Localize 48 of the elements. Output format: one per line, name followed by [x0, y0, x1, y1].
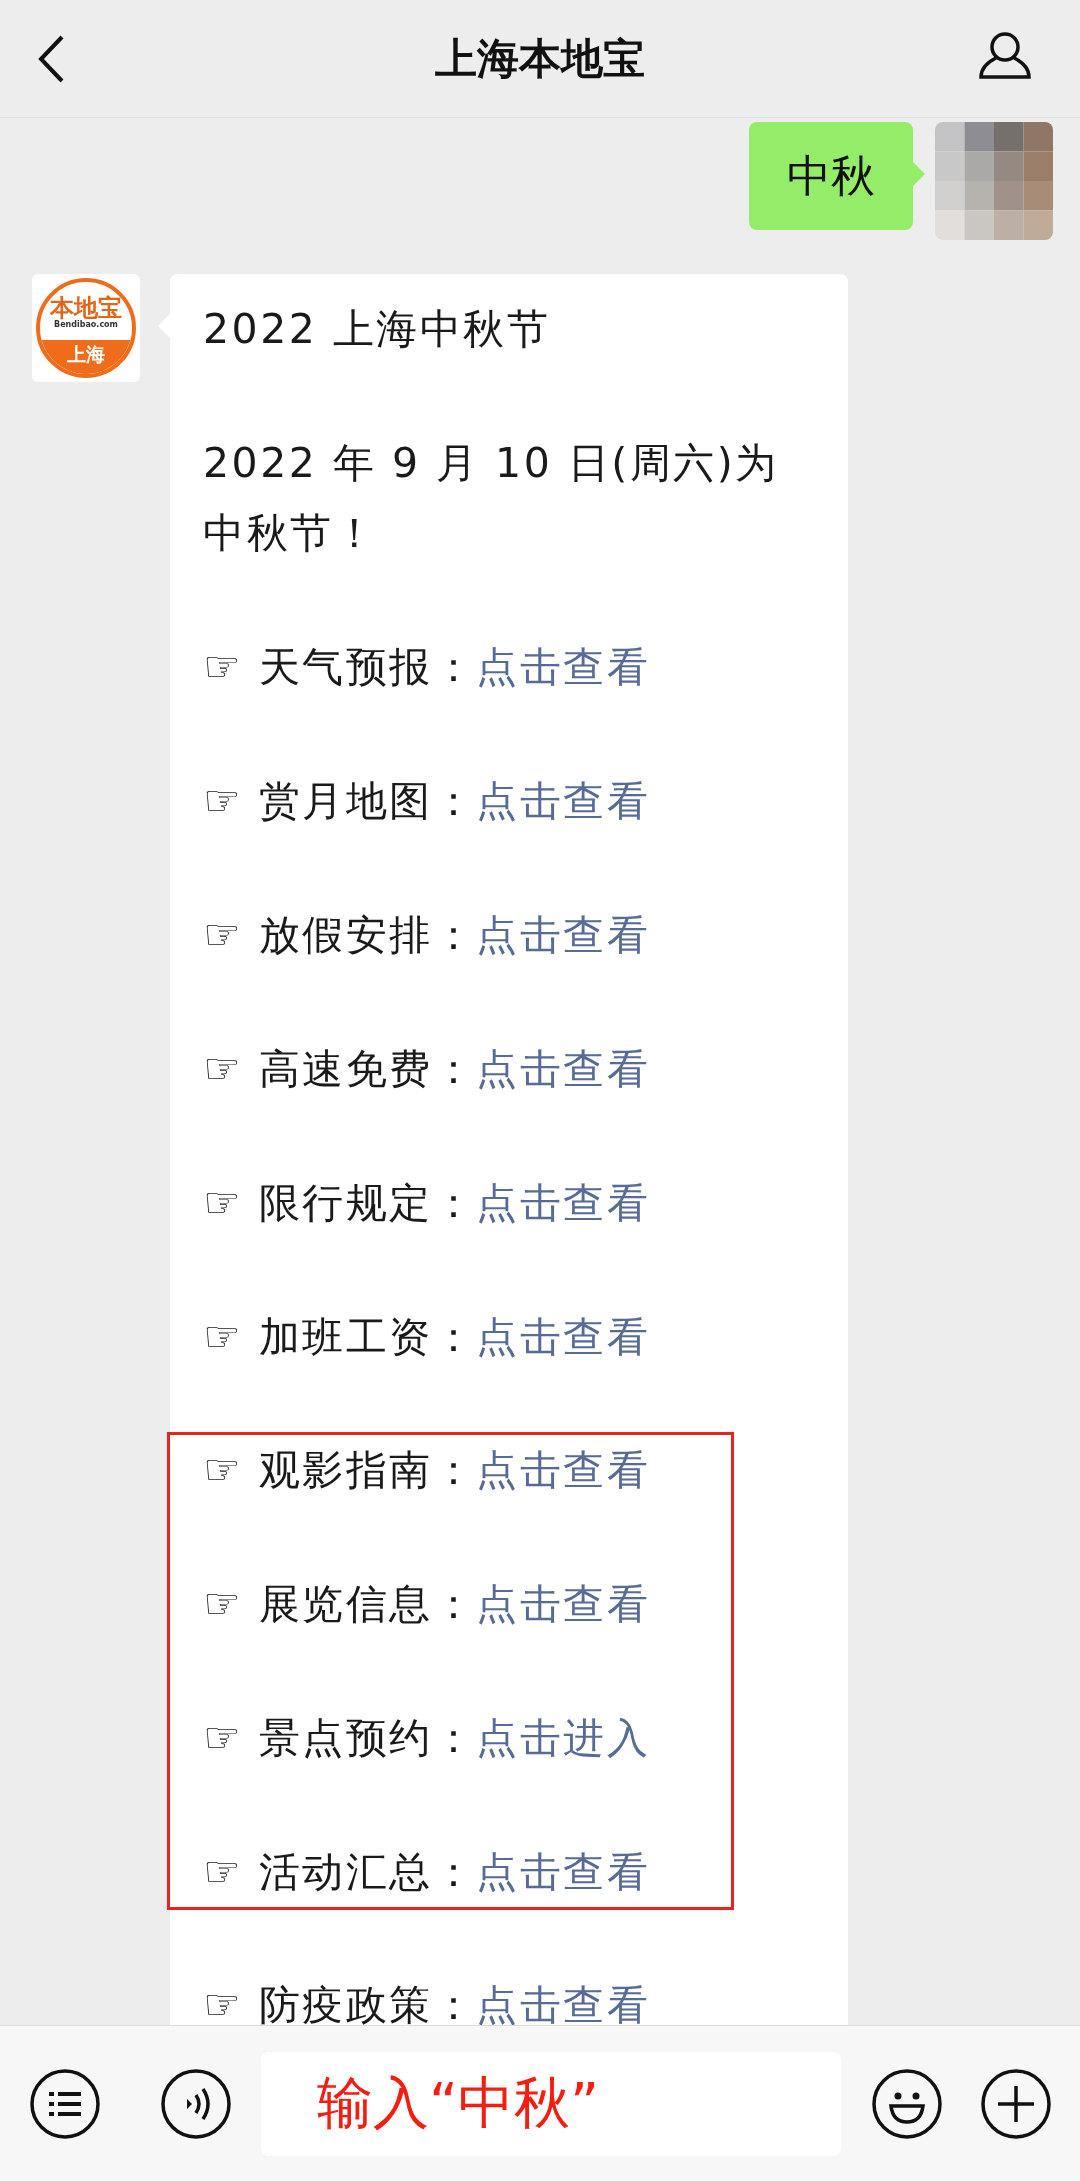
message-bubble: 中秋 [749, 122, 913, 230]
pointing-hand: ☞ [203, 775, 241, 827]
logo-text: 本地宝 [50, 296, 122, 320]
link[interactable]: 点击查看 [476, 1034, 651, 1104]
link[interactable]: 点击查看 [476, 1569, 651, 1639]
link[interactable]: 点击进入 [476, 1703, 651, 1773]
emoji-icon[interactable] [871, 2067, 943, 2140]
pointing-hand: ☞ [203, 1979, 241, 2025]
voice-icon[interactable] [160, 2067, 232, 2140]
link[interactable]: 点击查看 [476, 1435, 651, 1505]
item-label: 加班工资： [258, 1312, 477, 1363]
menu-icon[interactable] [29, 2067, 101, 2140]
item-label: 活动汇总： [258, 1847, 477, 1898]
chat-title: 上海本地宝 [435, 33, 645, 85]
message-input[interactable]: 输入“中秋” [261, 2051, 841, 2156]
plus-icon[interactable] [980, 2067, 1052, 2140]
item-label: 天气预报： [258, 642, 477, 693]
link[interactable]: 点击查看 [476, 1837, 651, 1907]
message-title: 2022 上海中秋节 [203, 304, 552, 355]
pointing-hand: ☞ [203, 1712, 241, 1764]
pointing-hand: ☞ [203, 1043, 241, 1095]
bubble-tail [913, 162, 925, 186]
link[interactable]: 点击查看 [476, 632, 651, 702]
item-label: 景点预约： [258, 1713, 477, 1764]
link[interactable]: 点击查看 [476, 900, 651, 970]
pointing-hand: ☞ [203, 1444, 241, 1496]
message-text: 2022 年 9 月 10 日(周六)为中秋节！ [203, 438, 780, 559]
profile-icon[interactable] [978, 30, 1032, 80]
item-label: 赏月地图： [258, 776, 477, 827]
link[interactable]: 点击查看 [476, 1168, 651, 1238]
link[interactable]: 点击查看 [476, 766, 651, 836]
item-label: 观影指南： [258, 1445, 477, 1496]
pointing-hand: ☞ [203, 641, 241, 693]
pointing-hand: ☞ [203, 1311, 241, 1363]
pointing-hand: ☞ [203, 1177, 241, 1229]
logo-text: Bendibao.com [54, 320, 118, 330]
avatar[interactable]: 本地宝 Bendibao.com 上海 [32, 274, 140, 382]
back-icon[interactable] [36, 34, 66, 84]
pointing-hand: ☞ [203, 1578, 241, 1630]
item-label: 高速免费： [258, 1044, 477, 1095]
item-label: 限行规定： [258, 1178, 477, 1229]
item-label: 展览信息： [258, 1579, 477, 1630]
logo-text: 上海 [40, 340, 132, 374]
item-label: 防疫政策： [258, 1980, 477, 2025]
pointing-hand: ☞ [203, 909, 241, 961]
link[interactable]: 点击查看 [476, 1302, 651, 1372]
item-label: 放假安排： [258, 910, 477, 961]
pointing-hand: ☞ [203, 1846, 241, 1898]
